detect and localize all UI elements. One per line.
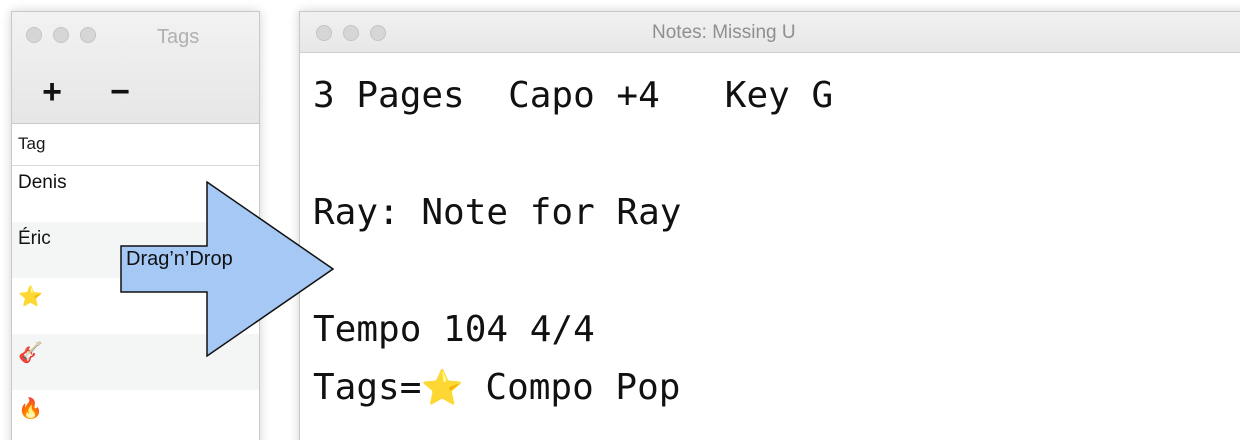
note-line bbox=[313, 250, 1240, 309]
minimize-window-button[interactable] bbox=[53, 27, 69, 43]
drag-drop-label: Drag’n’Drop bbox=[126, 248, 233, 270]
remove-tag-button[interactable]: − bbox=[102, 74, 138, 110]
zoom-window-button[interactable] bbox=[80, 27, 96, 43]
desktop: Tags + − Tag Denis Éric ⭐ 🎸 🔥 Notes: Mis… bbox=[0, 0, 1240, 440]
note-line: Tempo 104 4/4 bbox=[313, 309, 595, 350]
notes-text-area[interactable]: 3 Pages Capo +4 Key G Ray: Note for Ray … bbox=[300, 53, 1240, 440]
minimize-window-button[interactable] bbox=[343, 25, 359, 41]
add-tag-button[interactable]: + bbox=[34, 74, 70, 110]
tags-suffix: Compo Pop bbox=[463, 367, 681, 408]
tag-label: Éric bbox=[18, 228, 51, 249]
note-line bbox=[313, 133, 1240, 192]
tags-prefix: Tags= bbox=[313, 367, 422, 408]
note-tags-line: Tags=⭐ Compo Pop bbox=[313, 367, 1240, 425]
fire-emoji-icon: 🔥 bbox=[18, 398, 43, 420]
tags-window-title: Tags bbox=[157, 26, 200, 48]
close-window-button[interactable] bbox=[316, 25, 332, 41]
guitar-emoji-icon: 🎸 bbox=[18, 342, 43, 364]
star-emoji-icon: ⭐ bbox=[18, 286, 43, 308]
notes-titlebar: Notes: Missing U bbox=[300, 12, 1240, 53]
tag-column-header[interactable]: Tag bbox=[12, 124, 259, 166]
close-window-button[interactable] bbox=[26, 27, 42, 43]
tags-window-controls bbox=[26, 27, 96, 43]
note-line: 3 Pages Capo +4 Key G bbox=[313, 75, 834, 116]
tag-row-fire[interactable]: 🔥 bbox=[12, 390, 259, 440]
note-line: Ray: Note for Ray bbox=[313, 192, 682, 233]
notes-window: Notes: Missing U 3 Pages Capo +4 Key G R… bbox=[299, 11, 1240, 440]
notes-window-title: Notes: Missing U bbox=[652, 22, 796, 43]
tag-label: Denis bbox=[18, 172, 67, 193]
star-emoji-icon: ⭐ bbox=[421, 368, 464, 408]
zoom-window-button[interactable] bbox=[370, 25, 386, 41]
notes-window-controls bbox=[316, 25, 386, 41]
